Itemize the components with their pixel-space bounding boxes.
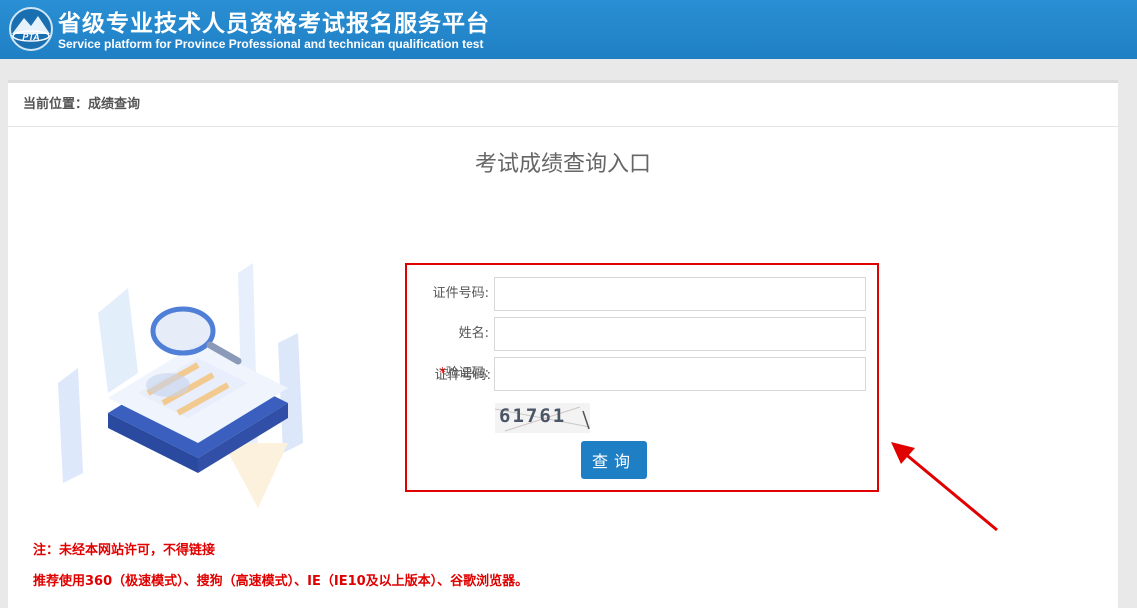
captcha-text: 61761 [499,405,567,427]
name-input[interactable] [494,317,866,351]
name-label: 姓名: [458,326,489,341]
pta-logo-icon: PTA [9,7,53,51]
captcha-field-row: *验证码: [405,357,875,391]
id-number-input[interactable] [494,277,866,311]
red-arrow-icon [891,442,998,532]
name-field-row: 姓名: [405,317,875,351]
site-title-cn: 省级专业技术人员资格考试报名服务平台 [58,11,490,37]
link-notice: 注：未经本网站许可，不得链接 [33,543,216,558]
page-title: 考试成绩查询入口 [474,152,651,177]
browser-recommendation: 推荐使用360（极速模式）、搜狗（高速模式）、IE（IE10及以上版本）、谷歌浏… [33,574,529,589]
site-header: PTA 省级专业技术人员资格考试报名服务平台 Service platform … [0,0,1137,59]
captcha-label: 验证码: [445,366,489,381]
id-number-label: 证件号码: [432,286,489,301]
captcha-image[interactable]: 61761 [495,403,590,433]
captcha-label-wrap: *验证码: [405,357,489,391]
site-title-en: Service platform for Province Profession… [58,37,484,51]
breadcrumb: 当前位置：成绩查询 [8,83,1118,127]
search-illustration-icon [58,263,303,508]
captcha-input[interactable] [494,357,866,391]
query-form-fields: 证件号码: 姓名: *验证码: 61761 查询 [405,263,879,492]
query-button[interactable]: 查询 [581,441,647,479]
logo-text: PTA [22,32,39,42]
id-number-field-row: 证件号码: [405,277,875,311]
